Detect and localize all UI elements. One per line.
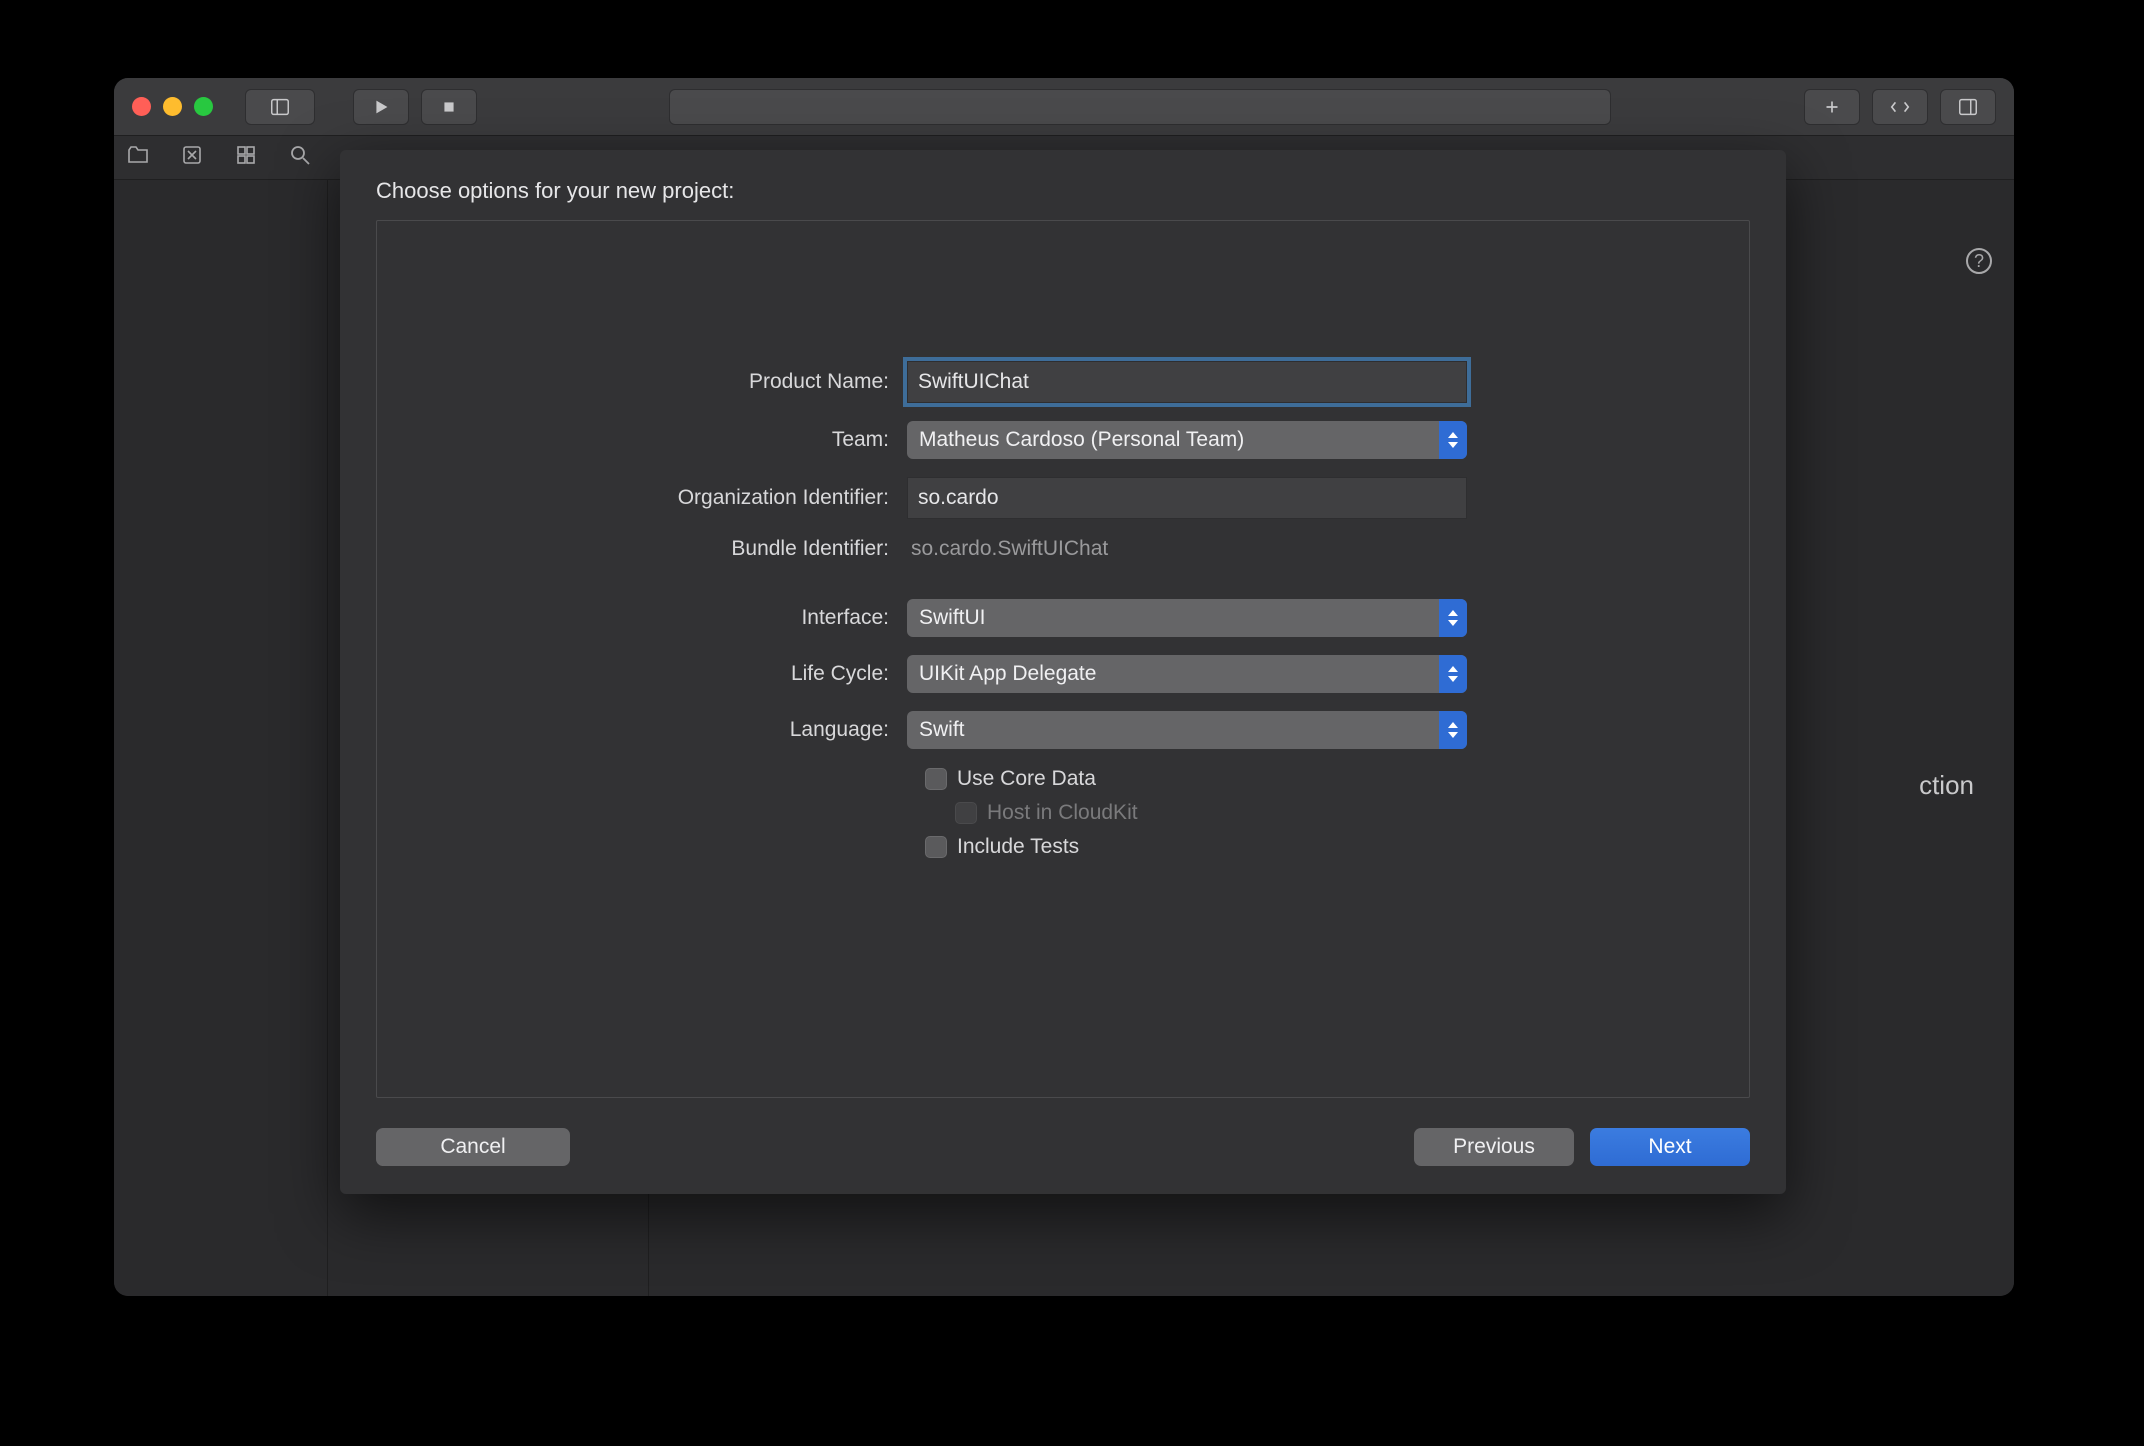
team-select[interactable]: Matheus Cardoso (Personal Team) [907,421,1467,459]
interface-select[interactable]: SwiftUI [907,599,1467,637]
sheet-form-container: Product Name: Team: Matheus Cardoso (Per… [376,220,1750,1098]
product-name-input[interactable] [907,361,1467,403]
include-tests-checkbox-row[interactable]: Include Tests [925,835,1689,859]
chevron-updown-icon [1439,421,1467,459]
interface-label: Interface: [437,606,907,630]
chevron-updown-icon [1439,599,1467,637]
search-icon[interactable] [288,143,312,172]
org-identifier-input[interactable] [907,477,1467,519]
run-button[interactable] [353,89,409,125]
sheet-title: Choose options for your new project: [376,178,1750,204]
cancel-button[interactable]: Cancel [376,1128,570,1166]
team-label: Team: [437,428,907,452]
language-label: Language: [437,718,907,742]
source-control-icon[interactable] [180,143,204,172]
minimize-window-icon[interactable] [163,97,182,116]
use-core-data-label: Use Core Data [957,767,1096,791]
folder-icon[interactable] [126,143,150,172]
toggle-navigator-button[interactable] [245,89,315,125]
scheme-activity-bar[interactable] [669,89,1611,125]
bundle-identifier-label: Bundle Identifier: [437,537,907,561]
bundle-identifier-value: so.cardo.SwiftUIChat [907,537,1467,561]
window-controls [132,97,213,116]
zoom-window-icon[interactable] [194,97,213,116]
life-cycle-select[interactable]: UIKit App Delegate [907,655,1467,693]
checkbox-icon [955,802,977,824]
close-window-icon[interactable] [132,97,151,116]
titlebar [114,78,2014,136]
product-name-label: Product Name: [437,370,907,394]
toggle-inspectors-button[interactable] [1940,89,1996,125]
sheet-footer: Cancel Previous Next [376,1128,1750,1166]
host-in-cloudkit-checkbox-row: Host in CloudKit [955,801,1689,825]
language-select[interactable]: Swift [907,711,1467,749]
team-select-value: Matheus Cardoso (Personal Team) [919,428,1244,452]
symbols-icon[interactable] [234,143,258,172]
life-cycle-label: Life Cycle: [437,662,907,686]
chevron-updown-icon [1439,711,1467,749]
new-project-options-sheet: Choose options for your new project: Pro… [340,150,1786,1194]
language-select-value: Swift [919,718,965,742]
checkbox-icon [925,768,947,790]
org-identifier-label: Organization Identifier: [437,486,907,510]
library-add-button[interactable] [1804,89,1860,125]
next-button[interactable]: Next [1590,1128,1750,1166]
checkbox-icon [925,836,947,858]
life-cycle-select-value: UIKit App Delegate [919,662,1096,686]
previous-button[interactable]: Previous [1414,1128,1574,1166]
include-tests-label: Include Tests [957,835,1079,859]
navigator-pane [114,180,328,1296]
host-in-cloudkit-label: Host in CloudKit [987,801,1138,825]
code-review-button[interactable] [1872,89,1928,125]
background-text-fragment: ction [1919,770,1974,801]
stop-button[interactable] [421,89,477,125]
interface-select-value: SwiftUI [919,606,986,630]
chevron-updown-icon [1439,655,1467,693]
use-core-data-checkbox-row[interactable]: Use Core Data [925,767,1689,791]
help-icon[interactable]: ? [1966,248,1992,274]
